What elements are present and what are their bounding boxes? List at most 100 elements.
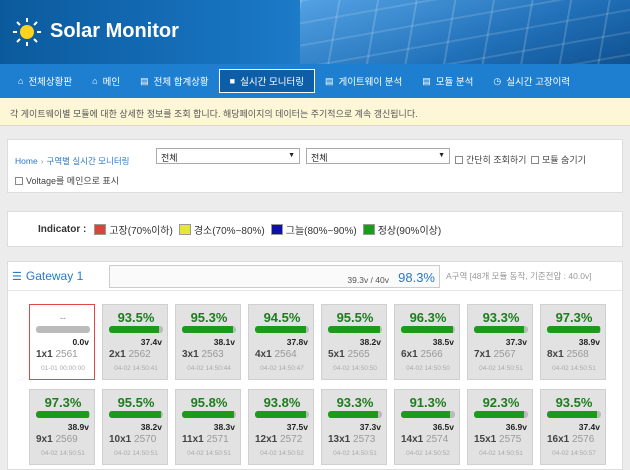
breadcrumb-home[interactable]: Home: [15, 156, 38, 166]
module-progress-fill: [547, 326, 600, 333]
module-voltage: 36.9v: [505, 422, 527, 432]
module-id: 5x1 2565: [328, 349, 370, 360]
module-card[interactable]: 92.3% 36.9v 15x1 2575 04-02 14:50:51: [467, 389, 533, 465]
module-timestamp: 04-02 14:50:44: [187, 365, 231, 372]
home-icon: ⌂: [18, 76, 24, 86]
nav-item-4[interactable]: ▤ 게이트웨이 분석: [315, 69, 412, 93]
module-card[interactable]: 97.3% 38.9v 8x1 2568 04-02 14:50:51: [540, 304, 606, 380]
module-progress-fill: [182, 326, 234, 333]
module-voltage: 37.4v: [578, 422, 600, 432]
module-card[interactable]: 91.3% 36.5v 14x1 2574 04-02 14:50:52: [394, 389, 460, 465]
module-voltage: 0.0v: [72, 337, 89, 347]
module-number: 2570: [134, 434, 157, 445]
clock-icon: ◷: [493, 75, 502, 86]
chevron-down-icon: ▼: [288, 152, 295, 159]
module-timestamp: 04-02 14:50:52: [406, 450, 450, 457]
module-card[interactable]: 97.3% 38.9v 9x1 2569 04-02 14:50:51: [29, 389, 95, 465]
indicator-item: 경소(70%~80%): [178, 222, 265, 237]
module-percent: 95.3%: [190, 310, 228, 325]
module-timestamp: 04-02 14:50:47: [260, 365, 304, 372]
module-progress-fill: [474, 411, 524, 418]
nav-item-label: 전체 합계상황: [153, 77, 209, 88]
module-voltage: 38.3v: [213, 422, 235, 432]
module-voltage: 37.4v: [140, 337, 162, 347]
color-swatch: [362, 223, 375, 235]
hide-modules-checkbox[interactable]: 모듈 숨기기: [531, 153, 586, 166]
module-id: 7x1 2567: [474, 349, 516, 360]
color-swatch: [94, 223, 107, 235]
module-voltage: 37.3v: [505, 337, 527, 347]
checkbox-box[interactable]: [455, 155, 463, 164]
module-voltage: 38.5v: [432, 337, 454, 347]
gateway-select[interactable]: 전체 ▼: [306, 148, 450, 164]
module-progress-fill: [255, 326, 307, 333]
module-card[interactable]: 95.5% 38.2v 10x1 2570 04-02 14:50:51: [102, 389, 168, 465]
nav-item-5[interactable]: ▤ 모듈 분석: [412, 69, 483, 93]
main-nav: ⌂ 전체상황판 ⌂ 메인 ▤ 전체 합계상황 ■ 실시간 모니터링 ▤ 게이트웨이 분석 ▤ 모듈 분…: [0, 64, 630, 98]
module-card[interactable]: 93.8% 37.5v 12x1 2572 04-02 14:50:52: [248, 389, 314, 465]
module-percent: 91.3%: [409, 395, 447, 410]
breadcrumb-current: 구역별 실시간 모니터링: [46, 156, 130, 166]
module-card[interactable]: 93.5% 37.4v 2x1 2562 04-02 14:50:41: [102, 304, 168, 380]
checkbox-box[interactable]: [531, 155, 539, 164]
module-percent: 93.8%: [263, 395, 301, 410]
module-card[interactable]: 95.5% 38.2v 5x1 2565 04-02 14:50:50: [321, 304, 387, 380]
simple-view-checkbox[interactable]: 간단히 조회하기: [455, 153, 526, 166]
nav-item-6[interactable]: ◷ 실시간 고장이력: [483, 69, 580, 93]
list-icon: ☰: [12, 270, 22, 283]
module-card[interactable]: 94.5% 37.8v 4x1 2564 04-02 14:50:47: [248, 304, 314, 380]
voltage-main-checkbox[interactable]: Voltage를 메인으로 표시: [15, 174, 119, 187]
zone-select[interactable]: 전체 ▼: [156, 148, 300, 164]
module-timestamp: 04-02 14:50:52: [260, 450, 304, 457]
module-number: 2566: [420, 349, 443, 360]
module-number: 2569: [55, 434, 78, 445]
gateway-header: ☰ Gateway 1 39.3v / 40v 98.3% A구역 [48개 모듈…: [8, 262, 624, 291]
app-title[interactable]: Solar Monitor: [50, 20, 179, 43]
module-timestamp: 04-02 14:50:41: [114, 365, 158, 372]
module-progress-bar: [109, 411, 163, 418]
module-progress-fill: [182, 411, 234, 418]
module-timestamp: 04-02 14:50:51: [41, 450, 85, 457]
module-card[interactable]: -- 0.0v 1x1 2561 01-01 00:00:00: [29, 304, 95, 380]
module-card[interactable]: 95.3% 38.1v 3x1 2563 04-02 14:50:44: [175, 304, 241, 380]
nav-item-1[interactable]: ⌂ 메인: [82, 69, 130, 93]
module-percent: 95.5%: [117, 395, 155, 410]
module-card[interactable]: 96.3% 38.5v 6x1 2566 04-02 14:50:50: [394, 304, 460, 380]
indicator-title: Indicator :: [38, 223, 87, 235]
module-number: 2571: [206, 434, 229, 445]
breadcrumb: Home › 구역별 실시간 모니터링: [15, 156, 130, 166]
nav-item-3[interactable]: ■ 실시간 모니터링: [218, 69, 315, 93]
module-progress-fill: [36, 326, 90, 333]
module-progress-bar: [182, 326, 236, 333]
gateway-panel: ☰ Gateway 1 39.3v / 40v 98.3% A구역 [48개 모듈…: [7, 261, 624, 470]
module-progress-fill: [401, 326, 453, 333]
module-card[interactable]: 93.3% 37.3v 13x1 2573 04-02 14:50:51: [321, 389, 387, 465]
document-icon: ▤: [422, 75, 431, 86]
nav-item-2[interactable]: ▤ 전체 합계상황: [130, 69, 219, 93]
module-card[interactable]: 93.5% 37.4v 16x1 2576 04-02 14:50:57: [540, 389, 606, 465]
module-card[interactable]: 95.8% 38.3v 11x1 2571 04-02 14:50:51: [175, 389, 241, 465]
video-icon: ■: [229, 76, 236, 86]
nav-item-0[interactable]: ⌂ 전체상황판: [8, 69, 82, 93]
checkbox-box[interactable]: [15, 176, 23, 185]
module-id: 3x1 2563: [182, 349, 224, 360]
module-id: 16x1 2576: [547, 434, 595, 445]
module-timestamp: 04-02 14:50:50: [333, 365, 377, 372]
module-number: 2574: [426, 434, 449, 445]
module-timestamp: 04-02 14:50:51: [333, 450, 377, 457]
module-progress-bar: [401, 326, 455, 333]
module-percent: 94.5%: [263, 310, 301, 325]
module-voltage: 36.5v: [432, 422, 454, 432]
gateway-percent: 98.3%: [398, 270, 435, 285]
module-number: 2561: [55, 349, 78, 360]
nav-item-label: 실시간 모니터링: [240, 77, 304, 88]
module-percent: 95.5%: [336, 310, 374, 325]
gateway-info: A구역 [48개 모듈 동작, 기준전압 : 40.0v]: [446, 271, 592, 281]
module-id: 15x1 2575: [474, 434, 522, 445]
gateway-title[interactable]: ☰ Gateway 1: [12, 269, 83, 283]
module-card[interactable]: 93.3% 37.3v 7x1 2567 04-02 14:50:51: [467, 304, 533, 380]
module-number: 2565: [347, 349, 370, 360]
module-progress-bar: [255, 326, 309, 333]
module-percent: 93.5%: [555, 395, 593, 410]
module-progress-bar: [36, 411, 90, 418]
